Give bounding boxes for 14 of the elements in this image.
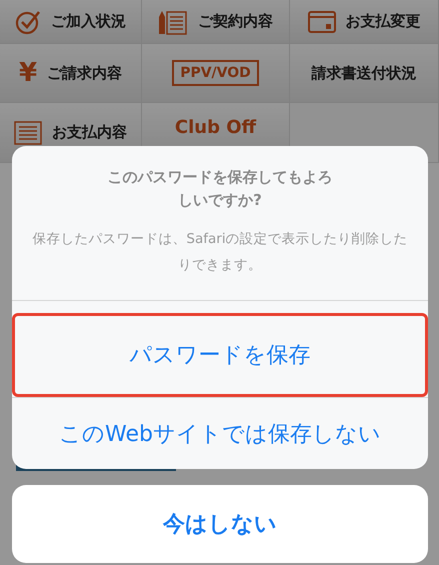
club-off-logo[interactable]: Club Off (174, 117, 256, 138)
checkmark-icon (15, 8, 41, 34)
alert-title: このパスワードを保存してもよろしいですか? (108, 167, 332, 211)
yen-icon: ¥ (18, 60, 38, 86)
cancel-button[interactable]: 今はしない (12, 485, 428, 563)
menu-item[interactable]: ご請求内容 (47, 64, 122, 82)
list-icon (14, 120, 42, 144)
alert-action-button[interactable]: このWebサイトでは保存しない (12, 397, 428, 469)
card-icon (308, 10, 336, 34)
alert-action-button[interactable]: パスワードを保存 (12, 313, 428, 397)
alert-message: 保存したパスワードは、Safariの設定で表示したり削除したりできます。 (31, 230, 409, 275)
menu-item[interactable]: お支払内容 (52, 123, 127, 142)
ppv-vod-link[interactable]: PPV/VOD (172, 60, 259, 86)
document-icon (158, 8, 188, 34)
